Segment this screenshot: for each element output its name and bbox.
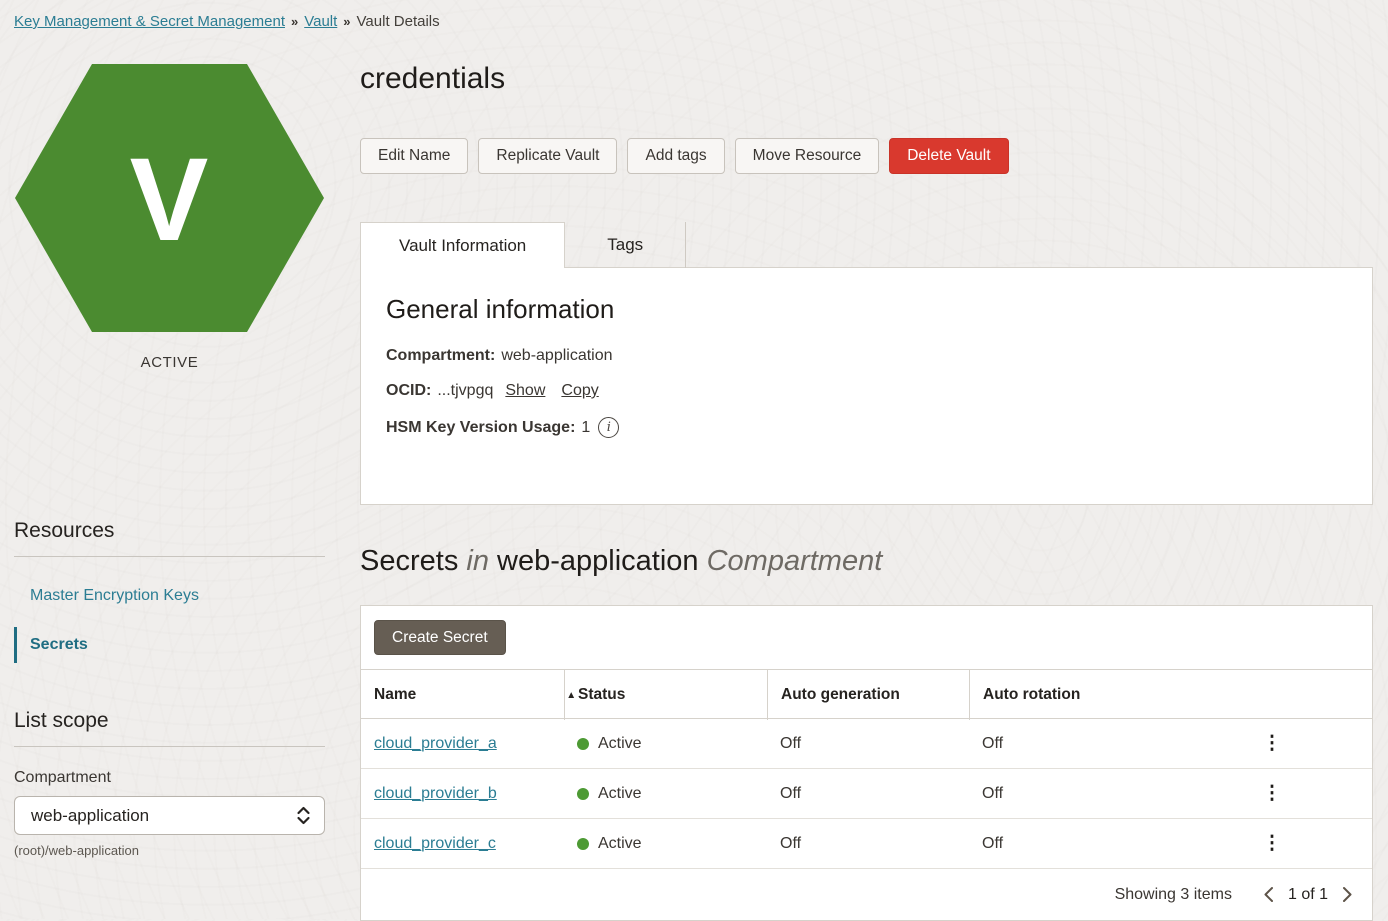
secrets-heading: Secrets in web-application Compartment xyxy=(360,545,1373,578)
status-label: Active xyxy=(598,735,642,753)
tab-vault-information[interactable]: Vault Information xyxy=(360,222,565,268)
secrets-table-card: Create Secret Name ▲ Status Auto generat… xyxy=(360,605,1373,921)
divider xyxy=(14,746,325,747)
breadcrumb-separator-icon: » xyxy=(343,14,350,29)
auto-generation-value: Off xyxy=(767,835,969,853)
sidebar-item-master-encryption-keys[interactable]: Master Encryption Keys xyxy=(14,583,325,609)
compartment-row: Compartment: web-application xyxy=(386,347,1347,365)
tab-tags[interactable]: Tags xyxy=(565,222,686,268)
ocid-show-link[interactable]: Show xyxy=(505,382,545,400)
status-label: Active xyxy=(598,835,642,853)
breadcrumb: Key Management & Secret Management » Vault… xyxy=(0,0,1388,38)
auto-rotation-value: Off xyxy=(969,735,1172,753)
delete-vault-button[interactable]: Delete Vault xyxy=(889,138,1008,174)
ocid-row: OCID: ...tjvpgq Show Copy xyxy=(386,382,1347,400)
compartment-select-value: web-application xyxy=(31,806,149,826)
secrets-heading-in: in xyxy=(466,545,489,577)
vault-status-label: ACTIVE xyxy=(14,354,325,371)
vault-hexagon-icon: V xyxy=(15,64,324,332)
add-tags-button[interactable]: Add tags xyxy=(627,138,724,174)
column-header-auto-rotation[interactable]: Auto rotation xyxy=(969,670,1172,720)
secrets-toolbar: Create Secret xyxy=(361,606,1372,669)
divider xyxy=(14,556,325,557)
ocid-copy-link[interactable]: Copy xyxy=(561,382,598,400)
create-secret-button[interactable]: Create Secret xyxy=(374,620,506,655)
row-actions-menu-icon[interactable]: ⋮ xyxy=(1253,728,1292,759)
column-header-name[interactable]: Name ▲ xyxy=(361,670,564,720)
hsm-key-version-row: HSM Key Version Usage: 1 xyxy=(386,417,1347,438)
vault-badge: V ACTIVE xyxy=(14,64,325,371)
row-actions-menu-icon[interactable]: ⋮ xyxy=(1253,828,1292,859)
main-content: credentials Edit Name Replicate Vault Ad… xyxy=(360,38,1373,921)
auto-rotation-value: Off xyxy=(969,785,1172,803)
status-label: Active xyxy=(598,785,642,803)
replicate-vault-button[interactable]: Replicate Vault xyxy=(478,138,617,174)
secrets-heading-compartment-name: web-application xyxy=(497,545,699,577)
vault-actions: Edit Name Replicate Vault Add tags Move … xyxy=(360,138,1373,174)
status-active-icon xyxy=(577,738,589,750)
secret-link[interactable]: cloud_provider_a xyxy=(374,735,497,753)
vault-information-panel: General information Compartment: web-app… xyxy=(360,267,1373,505)
tab-bar: Vault Information Tags xyxy=(360,222,1373,268)
compartment-select[interactable]: web-application xyxy=(14,796,325,835)
row-actions-menu-icon[interactable]: ⋮ xyxy=(1253,778,1292,809)
move-resource-button[interactable]: Move Resource xyxy=(735,138,880,174)
column-header-actions xyxy=(1172,670,1372,720)
breadcrumb-link-vault[interactable]: Vault xyxy=(304,13,337,30)
breadcrumb-link-key-management[interactable]: Key Management & Secret Management xyxy=(14,13,285,30)
secret-link[interactable]: cloud_provider_b xyxy=(374,785,497,803)
previous-page-icon[interactable] xyxy=(1262,886,1275,903)
ocid-field-label: OCID: xyxy=(386,382,431,400)
chevron-up-down-icon xyxy=(295,806,312,825)
resources-section: Resources Master Encryption Keys Secrets xyxy=(14,519,325,663)
showing-items-label: Showing 3 items xyxy=(1115,886,1232,904)
page-indicator: 1 of 1 xyxy=(1288,886,1328,904)
status-active-icon xyxy=(577,838,589,850)
sidebar-item-secrets[interactable]: Secrets xyxy=(14,627,325,663)
pagination: 1 of 1 xyxy=(1262,886,1354,904)
resources-heading: Resources xyxy=(14,519,325,543)
general-information-heading: General information xyxy=(386,294,1347,325)
breadcrumb-separator-icon: » xyxy=(291,14,298,29)
sidebar: V ACTIVE Resources Master Encryption Key… xyxy=(14,38,325,921)
column-header-name-label: Name xyxy=(374,686,416,704)
compartment-path: (root)/web-application xyxy=(14,843,325,858)
auto-generation-value: Off xyxy=(767,735,969,753)
table-header-row: Name ▲ Status Auto generation Auto rotat… xyxy=(361,669,1372,719)
secrets-heading-suffix: Compartment xyxy=(707,545,883,577)
list-scope-heading: List scope xyxy=(14,709,325,733)
table-row: cloud_provider_b Active Off Off ⋮ xyxy=(361,769,1372,819)
table-footer: Showing 3 items 1 of 1 xyxy=(361,869,1372,920)
list-scope-section: List scope Compartment web-application (… xyxy=(14,709,325,858)
auto-generation-value: Off xyxy=(767,785,969,803)
compartment-field-value: web-application xyxy=(501,347,612,365)
column-header-auto-generation[interactable]: Auto generation xyxy=(767,670,969,720)
status-active-icon xyxy=(577,788,589,800)
auto-rotation-value: Off xyxy=(969,835,1172,853)
secret-link[interactable]: cloud_provider_c xyxy=(374,835,496,853)
page-title: credentials xyxy=(360,62,1373,96)
table-row: cloud_provider_c Active Off Off ⋮ xyxy=(361,819,1372,869)
compartment-field-label: Compartment: xyxy=(386,347,495,365)
column-header-status[interactable]: Status xyxy=(564,670,767,720)
ocid-field-value: ...tjvpgq xyxy=(437,382,493,400)
edit-name-button[interactable]: Edit Name xyxy=(360,138,468,174)
compartment-label: Compartment xyxy=(14,769,325,787)
info-icon[interactable] xyxy=(598,417,619,438)
breadcrumb-current: Vault Details xyxy=(357,13,440,30)
vault-initial: V xyxy=(130,134,209,266)
next-page-icon[interactable] xyxy=(1341,886,1354,903)
hsm-field-label: HSM Key Version Usage: xyxy=(386,419,575,437)
table-row: cloud_provider_a Active Off Off ⋮ xyxy=(361,719,1372,769)
secrets-heading-prefix: Secrets xyxy=(360,545,458,577)
hsm-field-value: 1 xyxy=(581,419,590,437)
